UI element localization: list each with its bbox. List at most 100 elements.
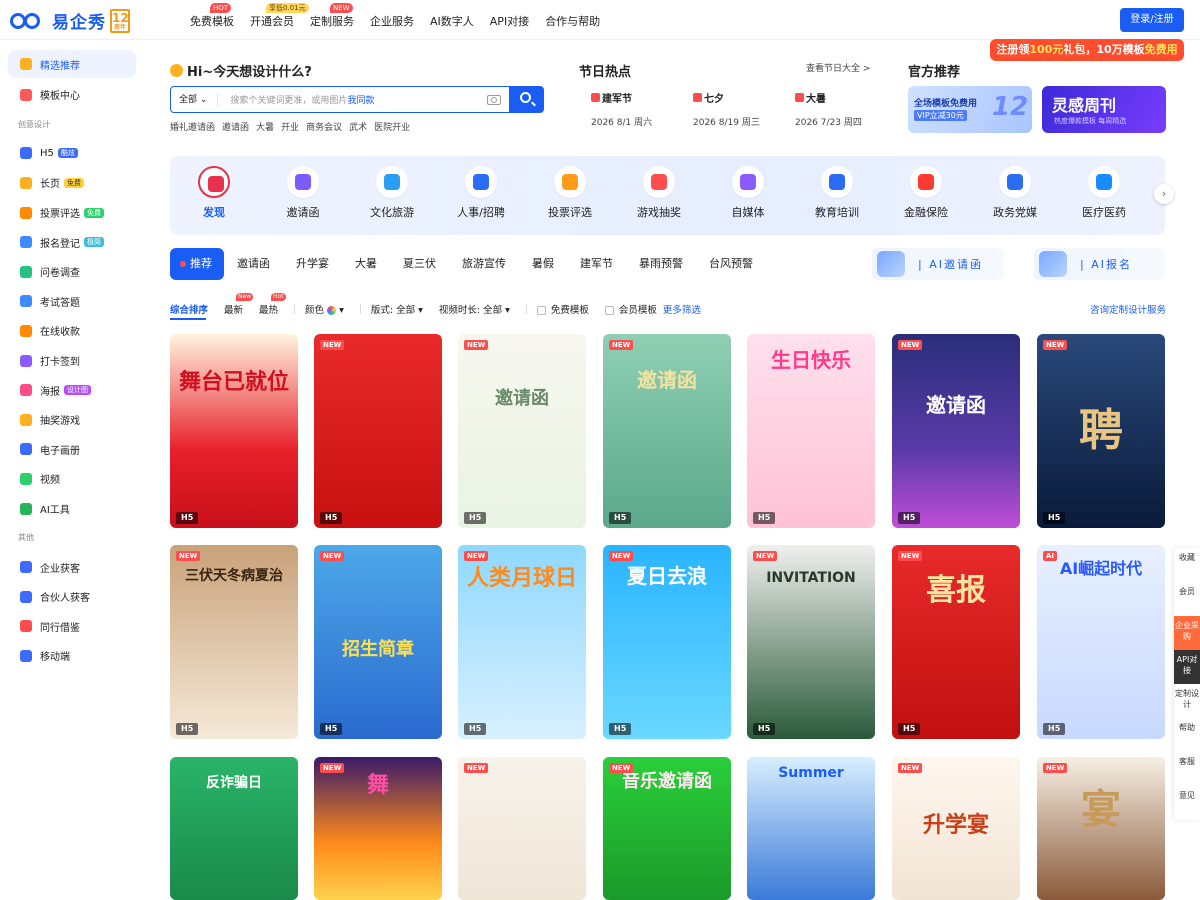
right-float-item-0[interactable]: 收藏 [1174, 548, 1200, 582]
template-card[interactable]: 反诈骗日 [170, 757, 298, 900]
tag-tab-7[interactable]: 建军节 [567, 248, 626, 280]
holiday-card[interactable]: 大暑 2026 7/23 周四 [783, 84, 883, 130]
more-filters-link[interactable]: 更多筛选 [663, 302, 701, 316]
template-card[interactable]: 聘 NEW H5 [1037, 334, 1165, 528]
consult-design-service-link[interactable]: 咨询定制设计服务 [1090, 302, 1166, 316]
sidebar-item-other-3[interactable]: 移动端 [0, 641, 150, 671]
tag-tab-9[interactable]: 台风预警 [696, 248, 766, 280]
template-card[interactable]: 舞 NEW [314, 757, 442, 900]
hot-keyword[interactable]: 邀请函 [222, 120, 249, 133]
template-card[interactable]: 三伏天冬病夏治 NEW H5 [170, 545, 298, 739]
ai-invite-button[interactable]: | AI邀请函 [872, 248, 1004, 280]
right-float-item-4[interactable]: 定制设计 [1174, 684, 1200, 718]
layout-filter[interactable]: 版式: 全部 ▾ [371, 302, 423, 316]
sidebar-item-design-12[interactable]: AI工具 [0, 494, 150, 524]
sidebar-item-1[interactable]: 模板中心 [0, 80, 150, 110]
sort-hottest[interactable]: Hot 最热 [259, 293, 286, 316]
template-card[interactable]: 邀请函 NEW H5 [458, 334, 586, 528]
right-float-item-3[interactable]: API对接 [1174, 650, 1200, 684]
nav-item-3[interactable]: 企业服务 [370, 13, 414, 29]
sidebar-item-design-11[interactable]: 视频 [0, 464, 150, 494]
duration-filter[interactable]: 视频时长: 全部 ▾ [439, 302, 510, 316]
sidebar-item-design-4[interactable]: 问卷调查 [0, 257, 150, 287]
category-0[interactable]: 发现 [170, 156, 258, 220]
vip-promo-card[interactable]: 全场模板免费用 VIP立减30元 12 [908, 86, 1032, 133]
template-card[interactable]: NEW [458, 757, 586, 900]
template-card[interactable]: 升学宴 NEW [892, 757, 1020, 900]
tag-tab-8[interactable]: 暴雨预警 [626, 248, 696, 280]
sidebar-item-design-9[interactable]: 抽奖游戏 [0, 405, 150, 435]
sidebar-item-design-5[interactable]: 考试答题 [0, 287, 150, 317]
template-card[interactable]: 夏日去浪 NEW H5 [603, 545, 731, 739]
hot-keyword[interactable]: 商务会议 [306, 120, 342, 133]
holiday-card[interactable]: 七夕 2026 8/19 周三 [681, 84, 781, 130]
template-card[interactable]: Summer [747, 757, 875, 900]
tag-tab-4[interactable]: 夏三伏 [390, 248, 449, 280]
sidebar-item-other-2[interactable]: 同行借鉴 [0, 612, 150, 642]
sidebar-item-design-2[interactable]: 投票评选 免费 [0, 198, 150, 228]
member-templates-checkbox[interactable]: 会员模板 [604, 302, 657, 316]
template-card[interactable]: 喜报 NEW H5 [892, 545, 1020, 739]
sidebar-item-design-1[interactable]: 长页 免费 [0, 168, 150, 198]
sidebar-item-design-3[interactable]: 报名登记 极简 [0, 227, 150, 257]
template-card[interactable]: 生日快乐 H5 [747, 334, 875, 528]
nav-item-2[interactable]: NEW 定制服务 [310, 3, 354, 29]
category-6[interactable]: 自媒体 [704, 156, 792, 220]
sidebar-item-design-0[interactable]: H5 酷炫 [0, 139, 150, 169]
hot-keyword[interactable]: 大暑 [256, 120, 274, 133]
tag-tab-5[interactable]: 旅游宣传 [449, 248, 519, 280]
sort-comprehensive[interactable]: 综合排序 [170, 302, 208, 316]
sidebar-item-design-8[interactable]: 海报 设计图 [0, 375, 150, 405]
tag-tab-3[interactable]: 大暑 [342, 248, 390, 280]
sidebar-item-design-10[interactable]: 电子画册 [0, 435, 150, 465]
template-card[interactable]: 邀请函 NEW H5 [892, 334, 1020, 528]
right-float-item-2[interactable]: 企业采购 [1174, 616, 1200, 650]
template-card[interactable]: 邀请函 NEW H5 [603, 334, 731, 528]
right-float-item-1[interactable]: 会员 [1174, 582, 1200, 616]
sidebar-item-0[interactable]: 精选推荐 [8, 50, 136, 78]
sidebar-item-design-6[interactable]: 在线收款 [0, 316, 150, 346]
tag-tab-1[interactable]: 邀请函 [224, 248, 283, 280]
category-1[interactable]: 邀请函 [259, 156, 347, 220]
search-image-link[interactable]: 我同款 [347, 96, 374, 106]
template-card[interactable]: INVITATION NEW H5 [747, 545, 875, 739]
template-card[interactable]: 人类月球日 NEW H5 [458, 545, 586, 739]
hot-keyword[interactable]: 婚礼邀请函 [170, 120, 215, 133]
search-input[interactable]: 搜索个关键词更准，或用图片我同款 [230, 93, 487, 106]
template-card[interactable]: AI崛起时代 AI H5 [1037, 545, 1165, 739]
category-next-button[interactable]: › [1154, 184, 1174, 204]
search-category-select[interactable]: 全部 ⌄ [171, 92, 219, 107]
category-9[interactable]: 政务党媒 [971, 156, 1059, 220]
hot-keyword[interactable]: 武术 [349, 120, 367, 133]
nav-item-1[interactable]: 享低0.01元 开通会员 [250, 3, 309, 29]
tag-tab-6[interactable]: 暑假 [519, 248, 567, 280]
category-7[interactable]: 教育培训 [793, 156, 881, 220]
hot-keyword[interactable]: 医院开业 [374, 120, 410, 133]
tag-tab-0[interactable]: 推荐 [170, 248, 224, 280]
sidebar-item-design-7[interactable]: 打卡签到 [0, 346, 150, 376]
tag-tab-2[interactable]: 升学宴 [283, 248, 342, 280]
holidays-more-link[interactable]: 查看节日大全 > [806, 61, 870, 74]
template-card[interactable]: 音乐邀请函 NEW [603, 757, 731, 900]
logo[interactable]: 易企秀 12 周年 [10, 8, 130, 33]
free-templates-checkbox[interactable]: 免费模板 [536, 302, 589, 316]
template-card[interactable]: 招生简章 NEW H5 [314, 545, 442, 739]
category-8[interactable]: 金融保险 [882, 156, 970, 220]
right-float-item-5[interactable]: 帮助 [1174, 718, 1200, 752]
right-float-item-7[interactable]: 意见 [1174, 786, 1200, 820]
inspiration-weekly-card[interactable]: 灵感周刊 热度爆款模板 每周精选 [1042, 86, 1166, 133]
template-card[interactable]: 宴 NEW [1037, 757, 1165, 900]
nav-item-0[interactable]: HOT 免费模板 [190, 3, 234, 29]
hot-keyword[interactable]: 开业 [281, 120, 299, 133]
right-float-item-6[interactable]: 客服 [1174, 752, 1200, 786]
sidebar-item-other-0[interactable]: 企业获客 [0, 552, 150, 582]
ai-signup-button[interactable]: | AI报名 [1034, 248, 1165, 280]
color-filter[interactable]: 颜色 ▾ [305, 302, 344, 316]
sidebar-item-other-1[interactable]: 合伙人获客 [0, 582, 150, 612]
nav-item-6[interactable]: 合作与帮助 [545, 13, 600, 29]
category-5[interactable]: 游戏抽奖 [615, 156, 703, 220]
category-10[interactable]: 医疗医药 [1060, 156, 1148, 220]
register-promo-banner[interactable]: 注册领100元礼包，10万模板免费用 [990, 39, 1184, 61]
login-register-button[interactable]: 登录/注册 [1120, 8, 1184, 32]
search-button[interactable] [510, 86, 544, 113]
